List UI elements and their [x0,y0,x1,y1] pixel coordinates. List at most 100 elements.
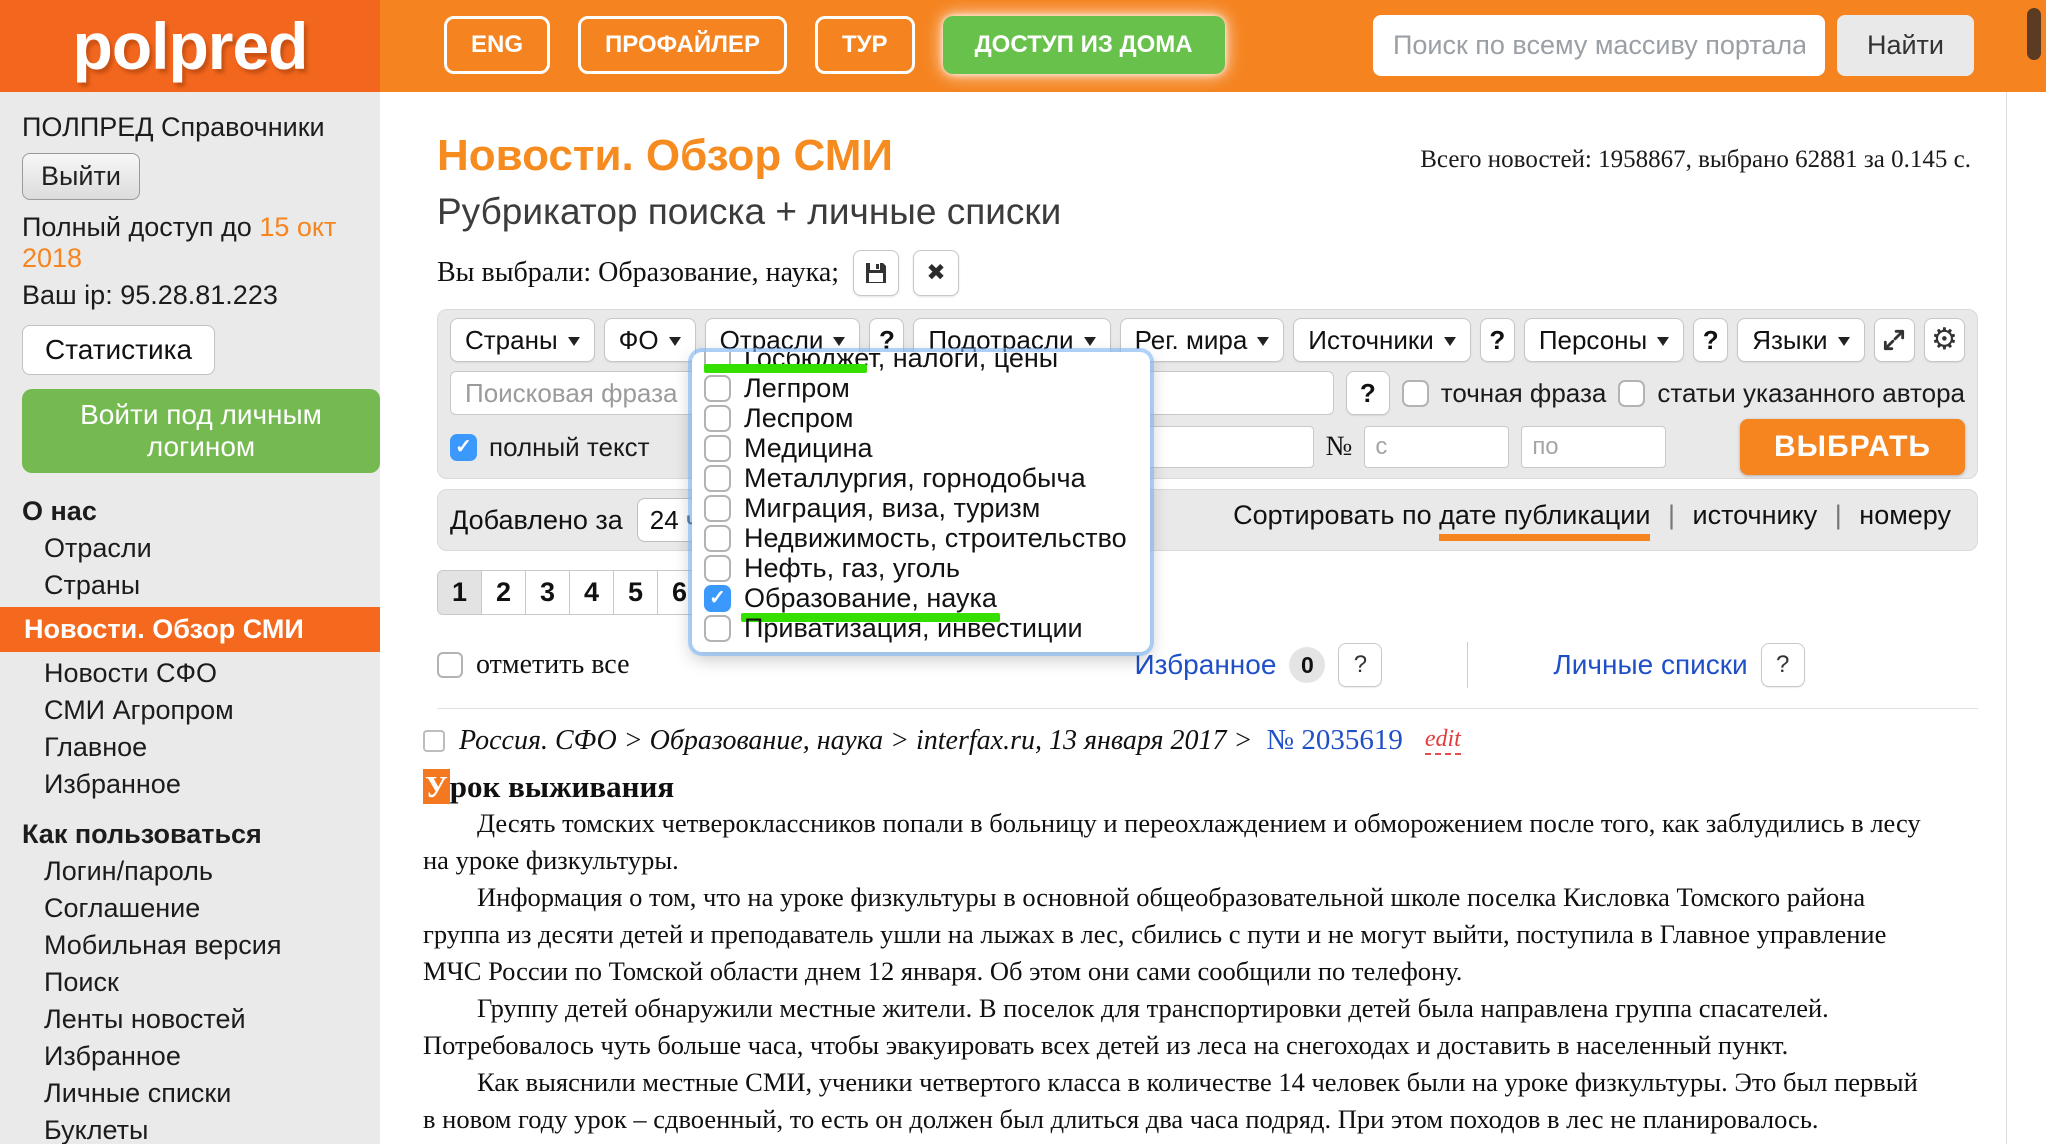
item-checkbox[interactable] [704,375,731,402]
selected-row: Вы выбрали: Образование, наука; ✖ [437,250,2046,296]
sidebar-item-main[interactable]: Главное [22,729,380,766]
chevron-down-icon [1257,337,1269,346]
header: polpred ENG ПРОФАЙЛЕР ТУР ДОСТУП ИЗ ДОМА… [0,0,2046,92]
selected-filters-text: Вы выбрали: Образование, наука; [437,257,839,289]
content-scrollbar-track[interactable] [2006,92,2007,1144]
profiler-button[interactable]: ПРОФАЙЛЕР [578,16,787,74]
statistics-button[interactable]: Статистика [22,325,215,375]
item-checkbox[interactable] [704,555,731,582]
sidebar-item-agreement[interactable]: Соглашение [22,890,380,927]
languages-dropdown[interactable]: Языки [1737,318,1864,362]
article-checkbox[interactable] [423,730,445,752]
sidebar-header-about[interactable]: О нас [22,493,380,530]
chevron-down-icon [1838,337,1850,346]
dropdown-item[interactable]: Недвижимость, строительство [704,523,1150,553]
chevron-down-icon [1657,337,1669,346]
sidebar-item-news-sfo[interactable]: Новости СФО [22,655,380,692]
settings-button[interactable]: ⚙ [1924,318,1965,362]
clear-selection-button[interactable]: ✖ [913,250,959,296]
sidebar-item-countries[interactable]: Страны [22,567,380,604]
item-checkbox[interactable] [704,465,731,492]
added-label: Добавлено за [450,505,623,536]
personal-login-button[interactable]: Войти под личным логином [22,389,380,473]
sort-group: Сортировать по дате публикации | источни… [1233,500,1951,541]
dropdown-item[interactable]: Легпром [704,373,1150,403]
fo-dropdown[interactable]: ФО [604,318,696,362]
article-breadcrumb: Россия. СФО > Образование, наука > inter… [459,725,1252,757]
logo-text: polpred [73,8,308,84]
countries-dropdown[interactable]: Страны [450,318,595,362]
sidebar-item-industries[interactable]: Отрасли [22,530,380,567]
eng-button[interactable]: ENG [444,16,550,74]
save-selection-button[interactable] [853,250,899,296]
expand-button[interactable] [1874,318,1915,362]
personal-lists-help-button[interactable]: ? [1761,643,1805,687]
news-totals: Всего новостей: 1958867, выбрано 62881 з… [1420,146,1971,178]
sidebar-item-favorites-2[interactable]: Избранное [22,1038,380,1075]
sidebar-item-search[interactable]: Поиск [22,964,380,1001]
filter-toolbar: Страны ФО Отрасли ? Подотрасли Рег. мира… [450,318,1965,362]
number-label: № [1326,431,1353,463]
sidebar-item-favorites[interactable]: Избранное [22,766,380,803]
page-scrollbar-thumb[interactable] [2027,8,2041,60]
phrase-help-button[interactable]: ? [1346,371,1390,415]
page-button-2[interactable]: 2 [481,570,526,615]
number-from-input[interactable] [1364,426,1509,468]
close-icon: ✖ [926,260,945,286]
item-checkbox[interactable] [704,615,731,642]
sidebar-item-personal-lists[interactable]: Личные списки [22,1075,380,1112]
sidebar-item-smi-agroprom[interactable]: СМИ Агропром [22,692,380,729]
item-checkbox[interactable] [704,525,731,552]
logout-button[interactable]: Выйти [22,153,140,200]
favorites-group: Избранное 0 ? Личные списки ? [1135,642,1805,688]
dropdown-item-education-science[interactable]: Образование, наука [704,583,1150,613]
page-button-1[interactable]: 1 [437,570,482,615]
home-access-button[interactable]: ДОСТУП ИЗ ДОМА [943,16,1225,74]
tour-button[interactable]: ТУР [815,16,915,74]
item-checkbox[interactable] [704,435,731,462]
sources-dropdown[interactable]: Источники [1293,318,1471,362]
persons-help-button[interactable]: ? [1693,318,1728,362]
favorites-link[interactable]: Избранное [1135,649,1277,681]
dropdown-item[interactable]: Леспром [704,403,1150,433]
dropdown-item[interactable]: Приватизация, инвестиции [704,613,1150,643]
find-button[interactable]: Найти [1837,15,1974,76]
page-button-5[interactable]: 5 [613,570,658,615]
full-text-checkbox[interactable] [450,434,477,461]
sidebar-item-news-media-review[interactable]: Новости. Обзор СМИ [0,607,380,652]
page-button-3[interactable]: 3 [525,570,570,615]
author-articles-checkbox[interactable] [1618,380,1645,407]
article-number-link[interactable]: № 2035619 [1266,724,1402,757]
sidebar-item-news-feeds[interactable]: Ленты новостей [22,1001,380,1038]
article-edit-link[interactable]: edit [1425,726,1461,754]
dropdown-item[interactable]: Миграция, виза, туризм [704,493,1150,523]
chevron-down-icon [568,337,580,346]
item-checkbox[interactable] [704,405,731,432]
sidebar-item-mobile-version[interactable]: Мобильная версия [22,927,380,964]
sort-by-number-link[interactable]: номеру [1859,500,1951,530]
item-checkbox-checked[interactable] [704,585,731,612]
number-to-input[interactable] [1521,426,1666,468]
dropdown-item[interactable]: Металлургия, горнодобыча [704,463,1150,493]
favorites-help-button[interactable]: ? [1338,643,1382,687]
exact-phrase-checkbox[interactable] [1402,380,1429,407]
sort-by-date-link[interactable]: дате публикации [1439,500,1650,541]
sort-by-source-link[interactable]: источнику [1692,500,1817,530]
sidebar-item-login-password[interactable]: Логин/пароль [22,853,380,890]
page-button-4[interactable]: 4 [569,570,614,615]
personal-lists-link[interactable]: Личные списки [1553,649,1747,681]
mark-all-row: отметить все Избранное 0 ? Личные списки… [437,642,1978,709]
persons-dropdown[interactable]: Персоны [1524,318,1684,362]
dropdown-item[interactable]: Медицина [704,433,1150,463]
dropdown-item[interactable]: Нефть, газ, уголь [704,553,1150,583]
select-button[interactable]: ВЫБРАТЬ [1740,419,1965,475]
sources-help-button[interactable]: ? [1480,318,1515,362]
full-text-row: полный текст № ВЫБРАТЬ [450,424,1965,470]
search-phrase-row: ? точная фраза статьи указанного автора [450,371,1965,415]
mark-all-checkbox[interactable] [437,652,463,678]
portal-search-input[interactable] [1373,15,1825,76]
item-checkbox[interactable] [704,495,731,522]
logo[interactable]: polpred [0,0,380,92]
sidebar-item-booklets[interactable]: Буклеты [22,1112,380,1144]
sidebar-header-how-to-use[interactable]: Как пользоваться [22,816,380,853]
